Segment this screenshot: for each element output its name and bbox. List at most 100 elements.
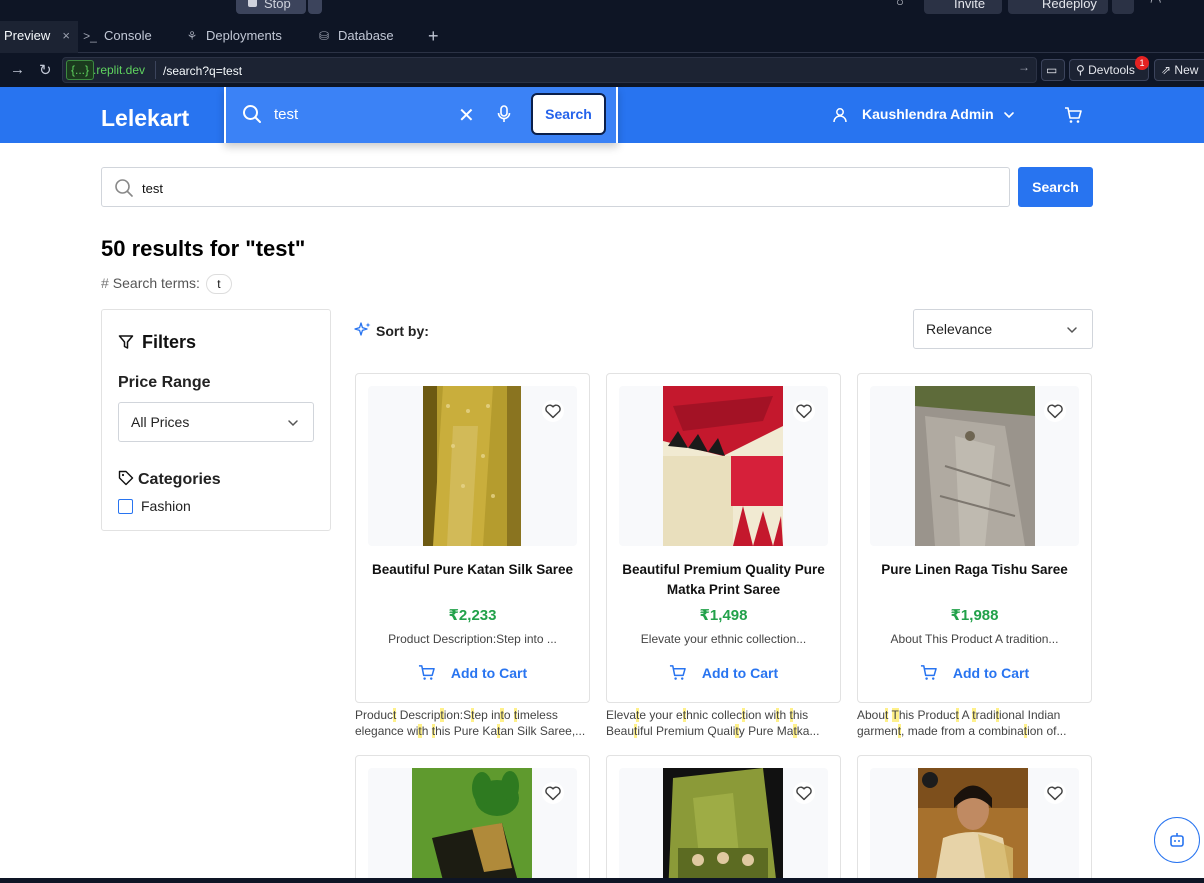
main-search-button[interactable]: Search — [1018, 167, 1093, 207]
tab-deployments[interactable]: ⚘ Deployments — [184, 21, 304, 53]
search-snippet: Product Description:Step into timeless e… — [355, 708, 586, 738]
product-image-container[interactable] — [368, 768, 577, 883]
heart-icon[interactable] — [1044, 400, 1066, 422]
filters-panel: Filters Price Range All Prices Categorie… — [101, 309, 331, 531]
devtools-badge: 1 — [1135, 56, 1149, 70]
site-logo[interactable]: Lelekart — [101, 105, 189, 132]
tab-database[interactable]: ⛁ Database — [316, 21, 416, 53]
ide-tab-bar: Preview × >_ Console ⚘ Deployments ⛁ Databa… — [0, 21, 1204, 53]
replit-dev-badge: {...} — [66, 60, 95, 80]
user-menu[interactable]: Kaushlendra Admin — [832, 106, 1016, 123]
invite-button[interactable]: Invite — [924, 0, 1002, 14]
product-image-model-saree — [918, 768, 1028, 883]
filter-icon — [118, 335, 134, 349]
url-divider — [155, 61, 156, 79]
go-arrow-icon[interactable]: → — [1018, 60, 1030, 74]
forward-icon[interactable]: → — [10, 61, 25, 78]
search-snippet: About This Product A traditional Indian … — [857, 708, 1067, 738]
search-icon[interactable]: ○ — [896, 0, 904, 9]
chevron-down-icon — [1003, 112, 1014, 119]
main-search-input[interactable]: test — [142, 181, 163, 196]
product-image-container[interactable] — [870, 768, 1079, 883]
redeploy-button[interactable]: Redeploy — [1008, 0, 1108, 14]
product-card[interactable] — [857, 755, 1092, 883]
filters-title: Filters — [118, 332, 196, 353]
external-link-icon: ⇗ — [1161, 63, 1172, 77]
device-preview-button[interactable]: ▭ — [1041, 59, 1065, 81]
product-image-olive-saree — [663, 768, 783, 883]
product-image-container[interactable] — [619, 768, 828, 883]
add-to-cart-button[interactable]: Add to Cart — [858, 664, 1091, 681]
tab-console[interactable]: >_ Console — [82, 21, 178, 53]
price-range-select[interactable]: All Prices — [118, 402, 314, 442]
category-checkbox[interactable] — [118, 499, 133, 514]
microphone-icon[interactable] — [497, 105, 511, 123]
product-price: ₹1,498 — [699, 607, 748, 624]
add-tab-icon[interactable]: + — [428, 21, 448, 53]
product-image-linen-tishu-saree — [915, 386, 1035, 546]
product-card[interactable]: Beautiful Premium Quality Pure Matka Pri… — [606, 373, 841, 703]
chevron-down-icon — [1067, 327, 1077, 334]
heart-icon[interactable] — [542, 782, 564, 804]
categories-heading: Categories — [118, 470, 221, 489]
add-to-cart-button[interactable]: Add to Cart — [607, 664, 840, 681]
product-card[interactable] — [606, 755, 841, 883]
tab-preview[interactable]: Preview × — [0, 21, 78, 53]
product-card[interactable]: Beautiful Pure Katan Silk Saree ₹2,233 P… — [355, 373, 590, 703]
header-search-bar: test ✕ Search — [224, 87, 618, 143]
sparkles-icon — [354, 322, 371, 336]
heart-icon[interactable] — [542, 400, 564, 422]
reload-icon[interactable]: ↻ — [39, 61, 52, 79]
wrench-icon: ⚲ — [1076, 63, 1085, 77]
product-card[interactable]: Pure Linen Raga Tishu Saree ₹1,988 About… — [857, 373, 1092, 703]
sort-select[interactable]: Relevance — [913, 309, 1093, 349]
cart-icon — [920, 665, 937, 680]
product-price: ₹2,233 — [448, 607, 497, 624]
product-title[interactable]: Beautiful Pure Katan Silk Saree — [366, 560, 579, 580]
close-icon[interactable]: × — [62, 21, 70, 51]
product-image-matka-print-saree — [663, 386, 783, 546]
heart-icon[interactable] — [793, 782, 815, 804]
header-search-button[interactable]: Search — [531, 93, 606, 135]
site-header: Lelekart test ✕ Search Kaushlendra Admin — [0, 87, 1204, 143]
cart-icon — [669, 665, 686, 680]
heart-icon[interactable] — [793, 400, 815, 422]
header-search-input[interactable]: test — [274, 106, 298, 123]
product-description: Elevate your ethnic collection... — [640, 632, 807, 646]
tag-icon — [118, 470, 134, 486]
stop-options-button[interactable] — [308, 0, 322, 14]
product-image-container[interactable] — [619, 386, 828, 546]
chatbot-button[interactable] — [1154, 817, 1200, 863]
product-image-green-saree — [412, 768, 532, 883]
main-search-field[interactable]: test — [101, 167, 1010, 207]
chevron-down-icon — [288, 420, 298, 427]
search-icon — [115, 179, 133, 197]
cart-icon[interactable] — [1064, 106, 1082, 124]
user-icon — [833, 108, 847, 123]
clear-icon[interactable]: ✕ — [458, 103, 475, 128]
product-description: About This Product A tradition... — [890, 632, 1059, 646]
stop-button[interactable]: Stop — [236, 0, 306, 14]
product-image-container[interactable] — [368, 386, 577, 546]
search-term-chip[interactable]: t — [205, 274, 232, 294]
product-image-container[interactable] — [870, 386, 1079, 546]
product-price: ₹1,988 — [950, 607, 999, 624]
product-title[interactable]: Beautiful Premium Quality Pure Matka Pri… — [617, 560, 830, 600]
hash-icon: # — [101, 275, 109, 291]
product-title[interactable]: Pure Linen Raga Tishu Saree — [868, 560, 1081, 580]
product-card[interactable] — [355, 755, 590, 883]
bell-icon[interactable]: ◠ — [1150, 0, 1161, 10]
results-title: 50 results for "test" — [101, 236, 306, 261]
ide-top-bar: Stop ○ Invite Redeploy ◠ — [0, 0, 1204, 21]
external-link-button[interactable] — [1112, 0, 1134, 14]
stop-icon — [248, 0, 257, 7]
search-icon — [243, 105, 261, 123]
url-field[interactable]: {...} .replit.dev /search?q=test → — [62, 57, 1037, 83]
category-fashion[interactable]: Fashion — [118, 498, 191, 514]
add-to-cart-button[interactable]: Add to Cart — [356, 664, 589, 681]
new-tab-button[interactable]: ⇗ New — [1154, 59, 1204, 81]
heart-icon[interactable] — [1044, 782, 1066, 804]
bot-icon — [1170, 833, 1184, 847]
search-terms: # Search terms: t — [101, 274, 232, 294]
terminal-icon: >_ — [83, 29, 97, 43]
